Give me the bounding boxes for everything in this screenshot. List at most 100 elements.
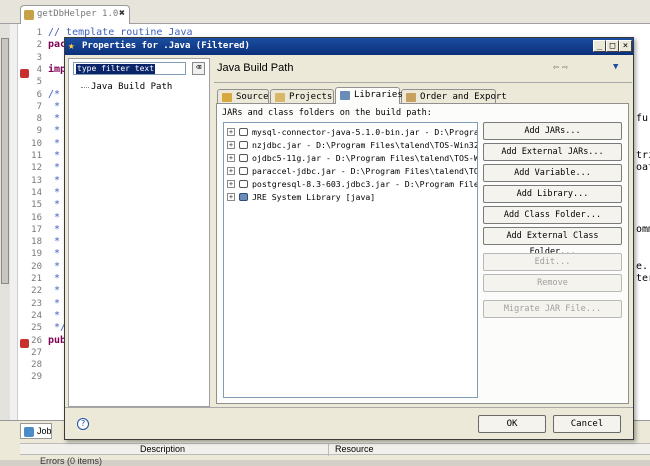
- add-jars-button[interactable]: Add JARs...: [483, 122, 622, 140]
- code-line: *: [48, 297, 61, 309]
- line-number: 12: [31, 163, 42, 174]
- code-line: *: [48, 174, 61, 186]
- expand-icon[interactable]: +: [227, 167, 235, 175]
- line-number: 10: [31, 138, 42, 149]
- column-header-description[interactable]: Description: [140, 444, 185, 454]
- migrate-jar-button[interactable]: Migrate JAR File...: [483, 300, 622, 318]
- code-fragment: omm: [636, 223, 650, 235]
- libraries-panel: JARs and class folders on the build path…: [216, 103, 629, 404]
- expand-icon[interactable]: +: [227, 193, 235, 201]
- dialog-titlebar[interactable]: ★ Properties for .Java (Filtered) _ □ ×: [65, 38, 633, 55]
- line-number: 1: [36, 28, 42, 38]
- error-marker-icon: [20, 69, 29, 78]
- add-external-class-folder-button[interactable]: Add External Class Folder...: [483, 227, 622, 257]
- minimize-button[interactable]: _: [593, 40, 606, 52]
- add-external-jars-button[interactable]: Add External JARs...: [483, 143, 622, 161]
- tab-source[interactable]: Source: [217, 89, 269, 104]
- tab-projects[interactable]: Projects: [270, 89, 334, 104]
- list-item[interactable]: + postgresql-8.3-603.jdbc3.jar - D:\Prog…: [224, 178, 477, 190]
- code-fragment: e.: [636, 260, 649, 272]
- tree-connector: [81, 87, 89, 88]
- page-title: Java Build Path: [217, 62, 294, 74]
- dialog-title: Properties for .Java (Filtered): [82, 41, 250, 51]
- line-number: 21: [31, 274, 42, 284]
- build-path-tabs: Source Projects Libraries Order and Expo…: [217, 87, 629, 104]
- job-tab-label: Job: [37, 426, 52, 436]
- ok-button[interactable]: OK: [478, 415, 546, 433]
- code-line: *: [48, 236, 61, 248]
- code-fragment: ter: [636, 273, 650, 284]
- line-number: 18: [31, 237, 42, 248]
- help-icon[interactable]: ?: [77, 418, 89, 430]
- preference-tree-pane: type filter text ⌫ Java Build Path: [68, 58, 210, 407]
- editor-tab[interactable]: getDbHelper 1.0 ✖: [20, 5, 130, 24]
- java-file-icon: [24, 10, 34, 20]
- close-icon[interactable]: ✖: [119, 8, 125, 19]
- expand-icon[interactable]: +: [227, 180, 235, 188]
- forward-arrow-icon[interactable]: ⇨: [562, 62, 571, 73]
- line-number: 7: [36, 101, 42, 112]
- code-line: *: [48, 260, 61, 272]
- tab-label: Order and Export: [420, 92, 507, 102]
- add-class-folder-button[interactable]: Add Class Folder...: [483, 206, 622, 224]
- code-line: *: [48, 248, 61, 260]
- close-button[interactable]: ×: [619, 40, 632, 52]
- editor-tab-strip: getDbHelper 1.0 ✖: [0, 0, 650, 24]
- edit-button[interactable]: Edit...: [483, 253, 622, 271]
- column-header-resource[interactable]: Resource: [328, 444, 374, 456]
- code-line: *: [48, 125, 61, 137]
- code-line: *: [48, 309, 61, 321]
- jar-icon: [239, 180, 248, 188]
- line-number: 13: [31, 175, 42, 186]
- expand-icon[interactable]: +: [227, 154, 235, 162]
- code-fragment: fu: [636, 113, 649, 125]
- order-export-icon: [406, 93, 416, 102]
- code-line: *: [48, 113, 61, 125]
- line-number: 19: [31, 249, 42, 260]
- editor-vertical-scrollbar[interactable]: [0, 24, 10, 420]
- job-tab[interactable]: Job: [20, 423, 52, 439]
- errors-row[interactable]: Errors (0 items): [40, 456, 102, 466]
- cancel-button[interactable]: Cancel: [553, 415, 621, 433]
- code-line: *: [48, 150, 61, 161]
- back-arrow-icon[interactable]: ⇦: [553, 62, 562, 73]
- tab-libraries[interactable]: Libraries: [335, 87, 403, 104]
- tab-label: Projects: [289, 92, 333, 102]
- list-item[interactable]: + paraccel-jdbc.jar - D:\Program Files\t…: [224, 165, 477, 177]
- code-line: /*: [48, 88, 61, 100]
- list-item[interactable]: + mysql-connector-java-5.1.0-bin.jar - D…: [224, 126, 477, 138]
- remove-button[interactable]: Remove: [483, 274, 622, 292]
- jar-list[interactable]: + mysql-connector-java-5.1.0-bin.jar - D…: [223, 122, 478, 398]
- add-library-button[interactable]: Add Library...: [483, 185, 622, 203]
- line-number: 23: [31, 298, 42, 309]
- code-fragment: oat: [636, 162, 650, 174]
- list-item[interactable]: + nzjdbc.jar - D:\Program Files\talend\T…: [224, 139, 477, 151]
- tab-order-and-export[interactable]: Order and Export: [401, 89, 507, 104]
- line-number: 25: [31, 323, 42, 334]
- properties-dialog: ★ Properties for .Java (Filtered) _ □ × …: [64, 37, 634, 440]
- jar-icon: [239, 141, 248, 149]
- line-number: 27: [31, 347, 42, 358]
- tab-label: Source: [236, 92, 269, 102]
- scrollbar-thumb[interactable]: [1, 38, 9, 284]
- line-number: 15: [31, 200, 42, 211]
- list-item[interactable]: + JRE System Library [java]: [224, 191, 477, 203]
- line-number: 22: [31, 286, 42, 297]
- expand-icon[interactable]: +: [227, 128, 235, 136]
- code-fragment: tri: [636, 150, 650, 161]
- libraries-icon: [340, 91, 350, 100]
- jars-label: JARs and class folders on the build path…: [222, 108, 432, 118]
- library-icon: [239, 193, 248, 201]
- list-item[interactable]: + ojdbc5-11g.jar - D:\Program Files\tale…: [224, 152, 477, 164]
- editor-tab-title: getDbHelper 1.0: [37, 9, 119, 19]
- line-number: 9: [36, 126, 42, 137]
- source-folder-icon: [222, 93, 232, 102]
- maximize-button[interactable]: □: [606, 40, 619, 52]
- expand-icon[interactable]: +: [227, 141, 235, 149]
- clear-filter-icon[interactable]: ⌫: [192, 62, 205, 75]
- view-menu-icon[interactable]: ▼: [613, 62, 618, 72]
- code-line: *: [48, 199, 61, 211]
- code-line: *: [48, 100, 61, 112]
- tree-item-java-build-path[interactable]: Java Build Path: [91, 82, 172, 92]
- add-variable-button[interactable]: Add Variable...: [483, 164, 622, 182]
